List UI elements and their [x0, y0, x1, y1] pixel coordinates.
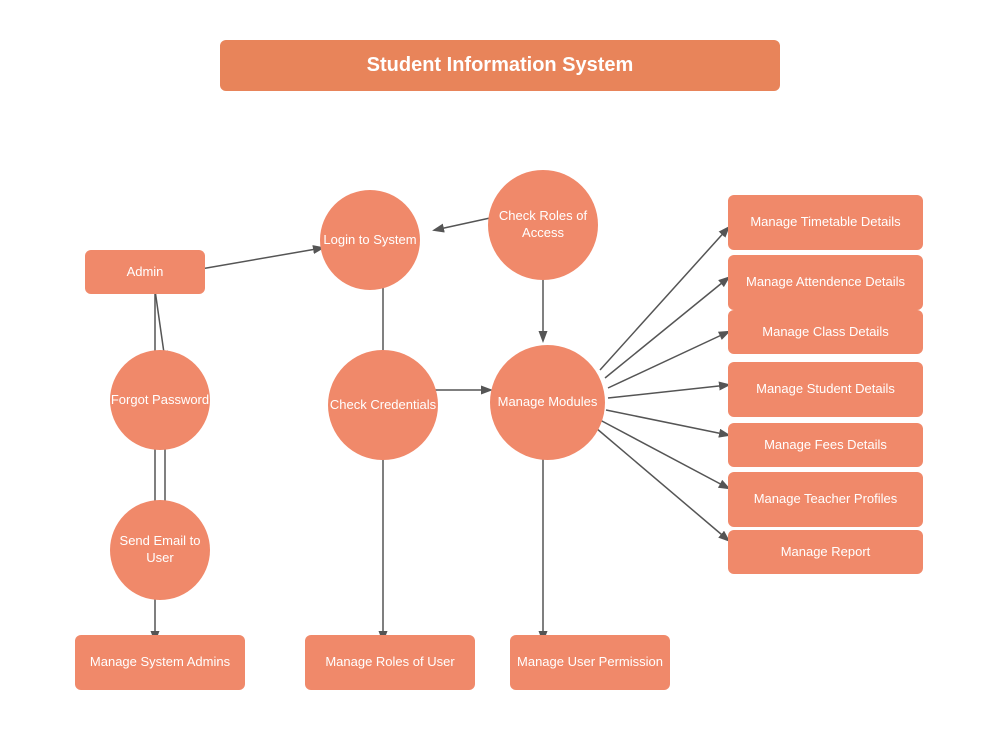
forgot-password-node: Forgot Password	[110, 350, 210, 450]
login-node: Login to System	[320, 190, 420, 290]
send-email-node: Send Email to User	[110, 500, 210, 600]
manage-roles-user-node: Manage Roles of User	[305, 635, 475, 690]
manage-teacher-node: Manage Teacher Profiles	[728, 472, 923, 527]
manage-system-admins-node: Manage System Admins	[75, 635, 245, 690]
manage-attendence-node: Manage Attendence Details	[728, 255, 923, 310]
check-credentials-node: Check Credentials	[328, 350, 438, 460]
admin-node: Admin	[85, 250, 205, 294]
manage-fees-node: Manage Fees Details	[728, 423, 923, 467]
manage-report-node: Manage Report	[728, 530, 923, 574]
manage-timetable-node: Manage Timetable Details	[728, 195, 923, 250]
title: Student Information System	[220, 40, 780, 91]
manage-class-node: Manage Class Details	[728, 310, 923, 354]
manage-user-permission-node: Manage User Permission	[510, 635, 670, 690]
manage-modules-node: Manage Modules	[490, 345, 605, 460]
diagram-container: Student Information System Admin Login t…	[0, 0, 1000, 746]
manage-student-node: Manage Student Details	[728, 362, 923, 417]
check-roles-node: Check Roles of Access	[488, 170, 598, 280]
